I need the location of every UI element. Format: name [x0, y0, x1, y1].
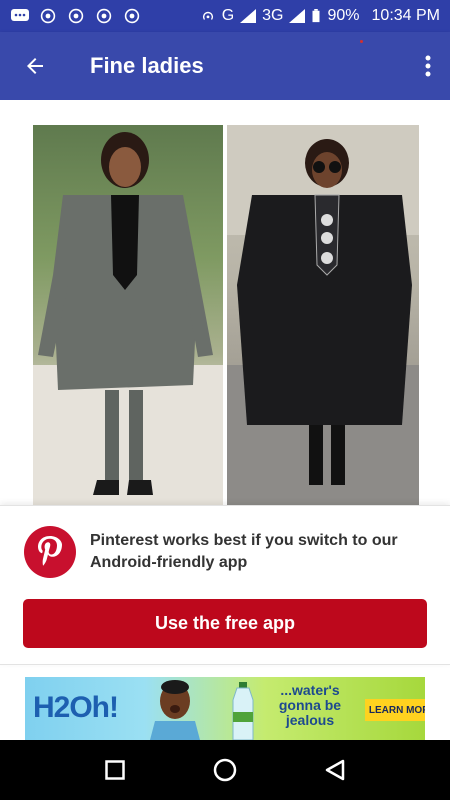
pin-photo-left[interactable]: [33, 125, 223, 505]
pinterest-p-icon: [38, 536, 62, 566]
red-dot: [360, 40, 363, 43]
battery-icon: [312, 9, 320, 23]
recents-square-icon: [105, 760, 125, 780]
status-indicators: G 3G 90% 10:34 PM: [200, 7, 440, 25]
advertisement-banner[interactable]: H2Oh! ...water's gonna be jealous LEARN …: [25, 677, 425, 740]
signal-icon-2: [289, 9, 306, 23]
system-back-button[interactable]: [310, 745, 360, 795]
battery-percent: 90%: [327, 7, 360, 24]
ad-person-image: [150, 680, 200, 740]
ad-tagline: ...water's gonna be jealous: [278, 682, 342, 728]
clock: 10:34 PM: [371, 7, 440, 24]
switch-app-message: Pinterest works best if you switch to ou…: [90, 532, 398, 571]
ad-logo: H2Oh!: [33, 691, 119, 724]
use-free-app-button[interactable]: Use the free app: [23, 599, 427, 648]
network-type-3g: 3G: [262, 7, 284, 24]
app-notification-icon: [96, 8, 112, 24]
pin-photo-right[interactable]: [227, 125, 419, 505]
pin-image-area: [0, 100, 450, 505]
message-icon: [11, 9, 29, 21]
app-notification-icon: [40, 8, 56, 24]
hotspot-icon: [202, 11, 213, 20]
woman-grey-outfit-image: [33, 132, 223, 505]
woman-black-outfit-image: [227, 125, 419, 505]
back-triangle-icon: [325, 759, 345, 781]
ad-bottle-image: [232, 682, 254, 740]
status-bar: G 3G 90% 10:34 PM: [0, 0, 450, 32]
network-type: G: [221, 7, 235, 24]
app-notification-icon: [124, 8, 140, 24]
page-title: Fine ladies: [90, 53, 204, 78]
recents-button[interactable]: [90, 745, 140, 795]
learn-more-button[interactable]: LEARN MORE: [365, 699, 425, 721]
app-notification-icon: [68, 8, 84, 24]
arrow-back-icon: [27, 58, 43, 74]
home-button[interactable]: [200, 745, 250, 795]
system-nav-bar: [0, 740, 450, 800]
more-vert-icon: [425, 55, 431, 77]
home-circle-icon: [213, 758, 237, 782]
notification-icons: [10, 8, 142, 24]
overflow-menu-button[interactable]: [406, 32, 450, 100]
pinterest-logo-icon: [24, 526, 76, 578]
pinterest-app-banner: Pinterest works best if you switch to ou…: [0, 505, 450, 665]
app-bar: Fine ladies: [0, 32, 450, 100]
signal-icon: [240, 9, 257, 23]
back-button[interactable]: [0, 32, 70, 100]
